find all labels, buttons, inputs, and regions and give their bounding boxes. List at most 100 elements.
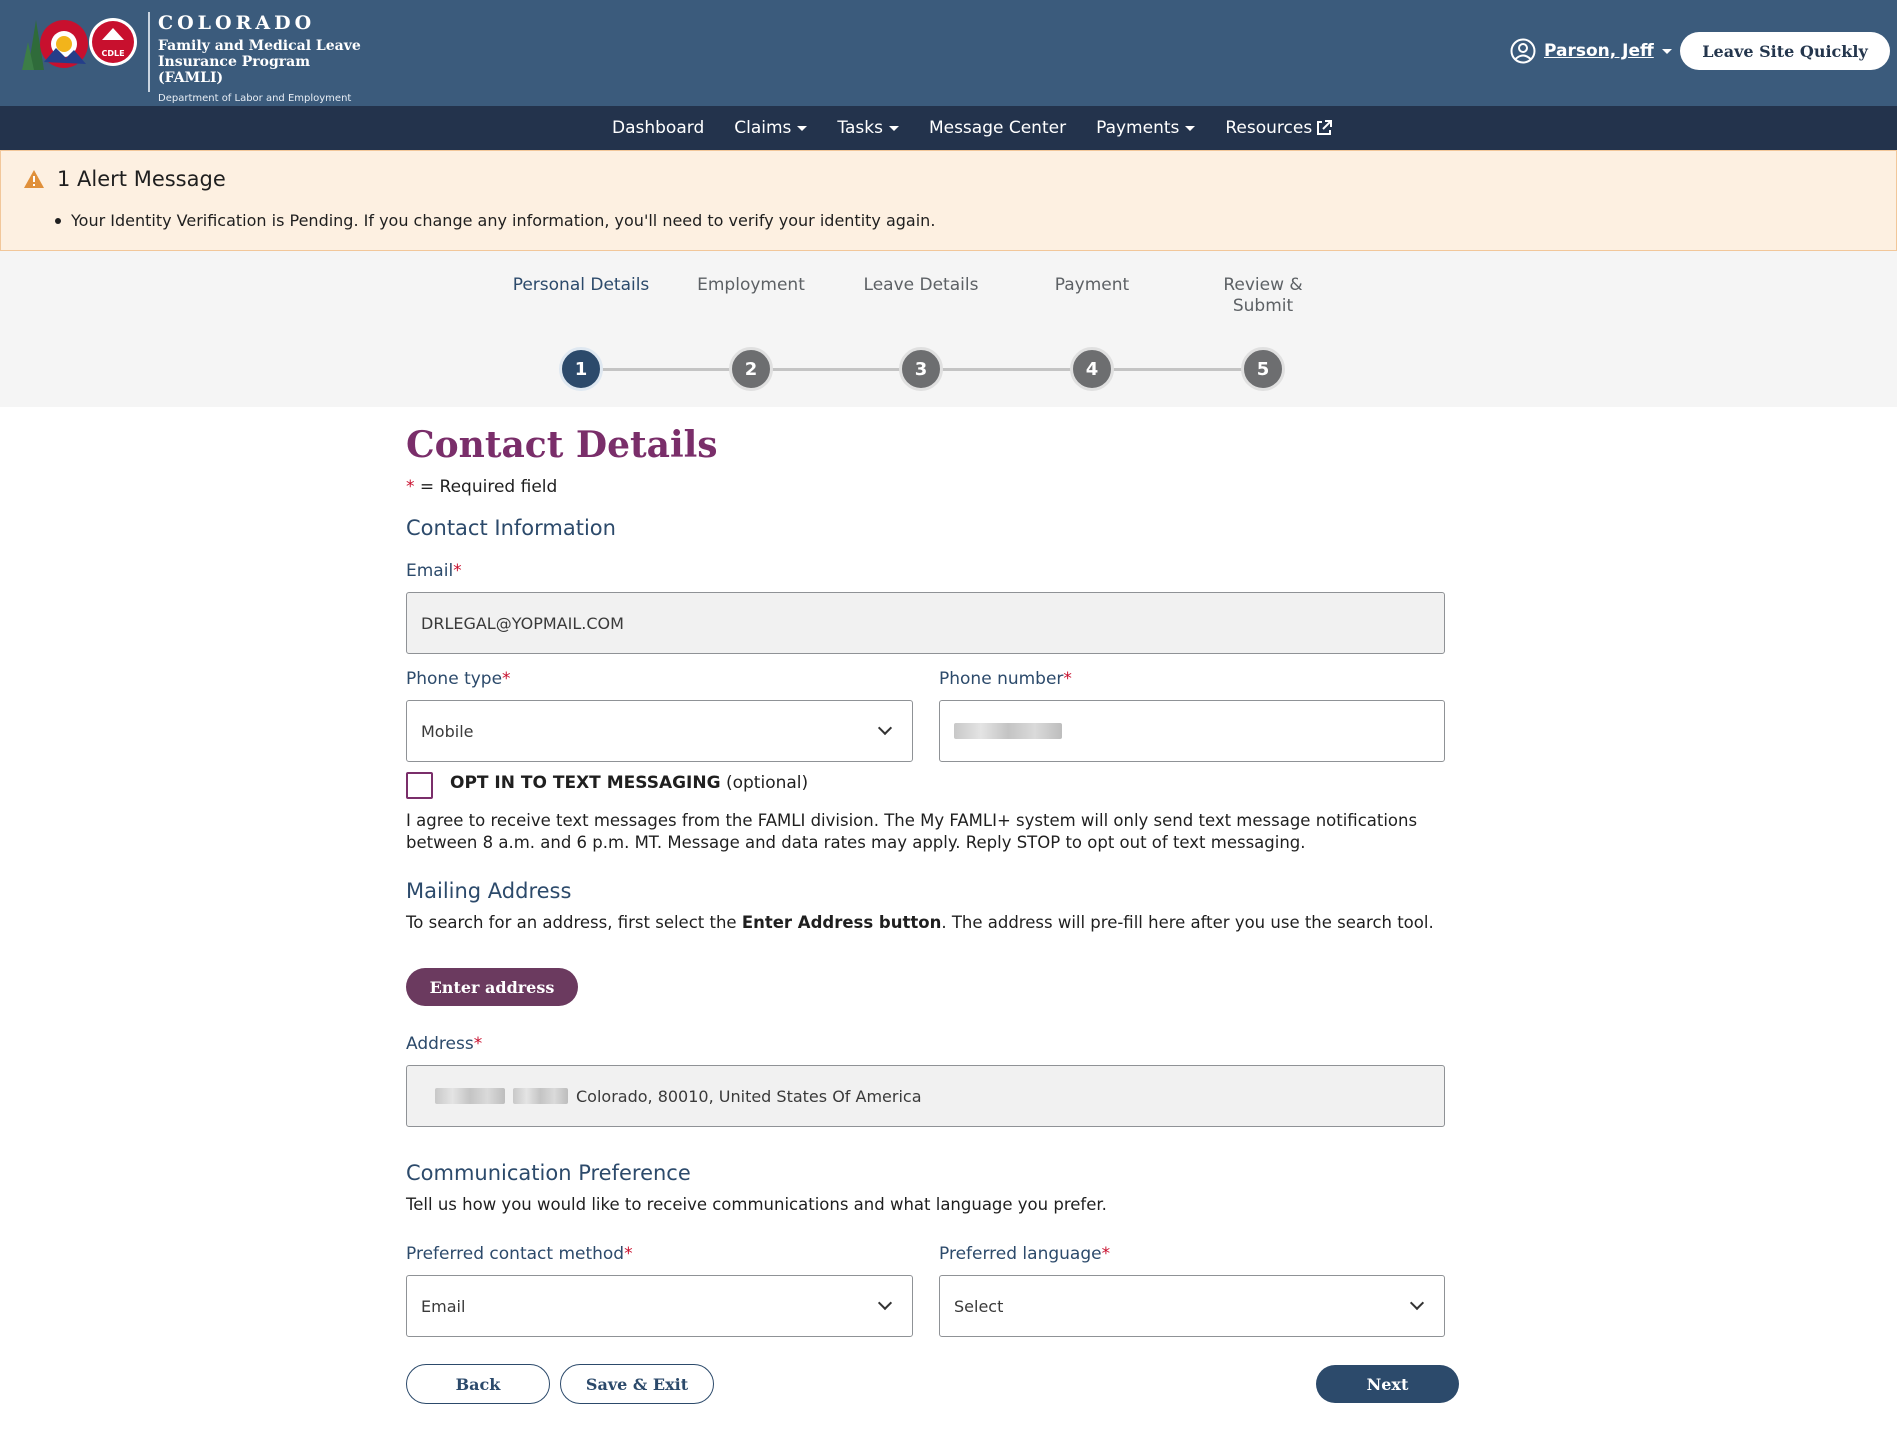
nav-dashboard[interactable]: Dashboard xyxy=(612,118,704,138)
required-asterisk: * xyxy=(453,561,462,581)
required-asterisk: * xyxy=(406,477,415,497)
enter-address-button[interactable]: Enter address xyxy=(406,968,578,1006)
chevron-down-icon xyxy=(797,125,808,131)
step-label: Review & Submit xyxy=(1223,275,1303,316)
step-label: Employment xyxy=(697,275,805,295)
section-contact-information: Contact Information xyxy=(406,516,616,540)
language-value: Select xyxy=(954,1296,1004,1316)
opt-in-text-checkbox[interactable] xyxy=(406,772,433,799)
brand-block: COLORADO Family and Medical Leave Insura… xyxy=(148,12,378,104)
redacted-phone-number xyxy=(954,723,1062,739)
mailing-address-instructions: To search for an address, first select t… xyxy=(406,912,1446,934)
leave-site-quickly-button[interactable]: Leave Site Quickly xyxy=(1680,32,1890,70)
step-circle-1: 1 xyxy=(559,347,603,391)
address-label-text: Address xyxy=(406,1034,474,1054)
required-asterisk: * xyxy=(1101,1244,1111,1264)
step-label: Leave Details xyxy=(863,275,979,295)
save-exit-button[interactable]: Save & Exit xyxy=(560,1364,714,1404)
nav-claims[interactable]: Claims xyxy=(734,118,808,138)
nav-message-center[interactable]: Message Center xyxy=(929,118,1066,138)
page-title: Contact Details xyxy=(406,424,718,466)
phone-number-label: Phone number* xyxy=(939,669,1072,689)
bullet-dot xyxy=(55,217,61,224)
step-employment: Employment xyxy=(676,275,826,325)
opt-in-label: OPT IN TO TEXT MESSAGING (optional) xyxy=(450,773,808,793)
alert-banner: 1 Alert Message Your Identity Verificati… xyxy=(0,150,1897,251)
warning-icon xyxy=(24,170,44,188)
nav-message-center-label: Message Center xyxy=(928,118,1067,138)
step-label: Payment xyxy=(1054,275,1130,295)
main-nav: Dashboard Claims Tasks Message Center Pa… xyxy=(0,106,1897,150)
mailing-text-strong: Enter Address button xyxy=(741,913,942,932)
alert-message: Your Identity Verification is Pending. I… xyxy=(71,211,936,230)
brand-department: Department of Labor and Employment xyxy=(158,93,352,104)
step-label: Personal Details xyxy=(512,275,650,295)
email-label: Email* xyxy=(406,561,462,581)
nav-tasks[interactable]: Tasks xyxy=(837,118,899,138)
alert-title: 1 Alert Message xyxy=(57,167,226,191)
site-header: CDLE COLORADO Family and Medical Leave I… xyxy=(0,0,1897,106)
email-label-text: Email xyxy=(406,561,454,581)
user-circle-icon xyxy=(1510,38,1536,64)
step-leave-details: Leave Details xyxy=(846,275,996,325)
progress-stepper: Personal Details 1 Employment 2 Leave De… xyxy=(0,251,1897,407)
address-field[interactable]: Colorado, 80010, United States Of Americ… xyxy=(406,1065,1445,1127)
communication-instructions: Tell us how you would like to receive co… xyxy=(406,1195,1107,1214)
phone-type-value: Mobile xyxy=(421,721,474,741)
nav-resources-label: Resources xyxy=(1225,118,1313,138)
opt-in-disclaimer: I agree to receive text messages from th… xyxy=(406,811,1418,852)
user-menu[interactable]: Parson, Jeff xyxy=(1510,38,1672,64)
phone-type-label-text: Phone type xyxy=(406,669,503,689)
opt-in-label-strong: OPT IN TO TEXT MESSAGING xyxy=(450,773,721,793)
redacted-city xyxy=(513,1088,568,1104)
nav-payments-label: Payments xyxy=(1096,118,1180,138)
contact-method-value: Email xyxy=(421,1296,466,1316)
phone-type-select[interactable]: Mobile xyxy=(406,700,913,762)
contact-method-label: Preferred contact method* xyxy=(406,1244,633,1264)
required-note-text: = Required field xyxy=(419,477,558,497)
chevron-down-icon xyxy=(877,1295,893,1311)
external-link-icon xyxy=(1317,120,1333,135)
brand-title: COLORADO xyxy=(158,12,316,34)
step-circle-5: 5 xyxy=(1241,347,1285,391)
mailing-text-part-2: . The address will pre-fill here after y… xyxy=(941,913,1434,932)
required-asterisk: * xyxy=(1063,669,1072,689)
nav-payments[interactable]: Payments xyxy=(1096,118,1196,138)
phone-type-label: Phone type* xyxy=(406,669,511,689)
address-value: Colorado, 80010, United States Of Americ… xyxy=(576,1086,922,1106)
step-circle-3: 3 xyxy=(899,347,943,391)
phone-number-field[interactable] xyxy=(939,700,1445,762)
required-asterisk: * xyxy=(624,1244,633,1264)
required-field-note: * = Required field xyxy=(406,477,557,497)
contact-method-label-text: Preferred contact method xyxy=(406,1244,625,1264)
language-select[interactable]: Select xyxy=(939,1275,1445,1337)
step-circle-2: 2 xyxy=(729,347,773,391)
redacted-street xyxy=(435,1088,505,1104)
chevron-down-icon xyxy=(888,125,899,131)
step-review-submit: Review & Submit xyxy=(1188,275,1338,325)
step-personal-details: Personal Details xyxy=(506,275,656,325)
user-name-link[interactable]: Parson, Jeff xyxy=(1544,41,1654,61)
nav-dashboard-label: Dashboard xyxy=(612,118,705,138)
back-button[interactable]: Back xyxy=(406,1364,550,1404)
chevron-down-icon xyxy=(1185,125,1196,131)
mailing-text-part-1: To search for an address, first select t… xyxy=(406,913,737,932)
language-label-text: Preferred language xyxy=(939,1244,1102,1264)
required-asterisk: * xyxy=(502,669,511,689)
next-button[interactable]: Next xyxy=(1316,1365,1459,1403)
chevron-down-icon xyxy=(877,720,893,736)
contact-method-select[interactable]: Email xyxy=(406,1275,913,1337)
address-label: Address* xyxy=(406,1034,482,1054)
required-asterisk: * xyxy=(473,1034,483,1054)
step-circle-4: 4 xyxy=(1070,347,1114,391)
email-field[interactable] xyxy=(406,592,1445,654)
section-mailing-address: Mailing Address xyxy=(406,879,572,903)
brand-subtitle-1: Family and Medical Leave xyxy=(158,38,361,54)
language-label: Preferred language* xyxy=(939,1244,1110,1264)
opt-in-optional: (optional) xyxy=(725,773,809,793)
brand-subtitle-2: Insurance Program (FAMLI) xyxy=(158,54,311,86)
nav-tasks-label: Tasks xyxy=(837,118,883,138)
nav-resources[interactable]: Resources xyxy=(1225,118,1333,138)
logo-badge-text: CDLE xyxy=(101,49,124,58)
phone-number-label-text: Phone number xyxy=(939,669,1064,689)
